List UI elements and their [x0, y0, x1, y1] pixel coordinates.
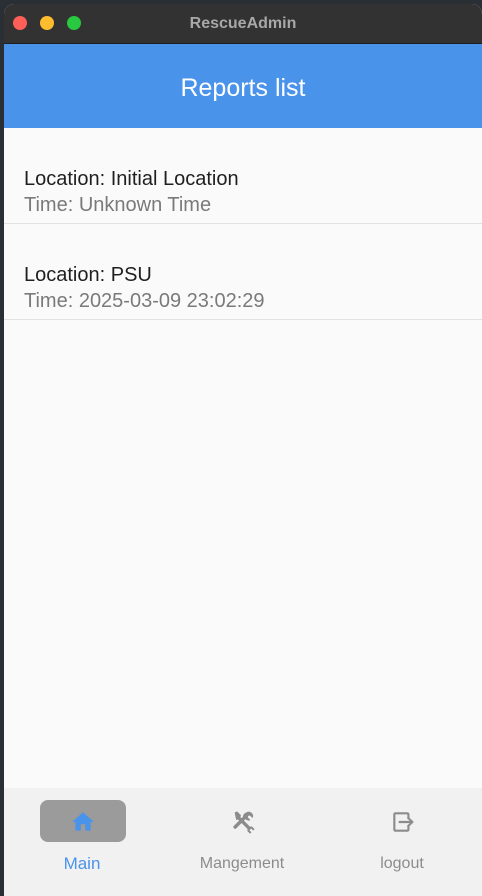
- nav-item-logout[interactable]: logout: [327, 788, 477, 896]
- report-list: Location: Initial Location Time: Unknown…: [4, 128, 482, 320]
- bottom-navigation-bar: Main Mangement logout: [4, 788, 482, 896]
- nav-item-main[interactable]: Main: [7, 788, 157, 896]
- app-bar: Reports list: [4, 44, 482, 128]
- report-list-item[interactable]: Location: PSU Time: 2025-03-09 23:02:29: [4, 224, 482, 320]
- nav-label-management: Mangement: [199, 855, 285, 872]
- report-time: Time: 2025-03-09 23:02:29: [24, 290, 265, 312]
- app-window: RescueAdmin Reports list Location: Initi…: [4, 4, 482, 896]
- report-location: Location: Initial Location: [24, 168, 239, 190]
- report-time: Time: Unknown Time: [24, 194, 212, 216]
- home-icon: [72, 812, 94, 831]
- nav-item-management[interactable]: Mangement: [167, 788, 317, 896]
- window-title: RescueAdmin: [189, 15, 297, 32]
- page-title: Reports list: [180, 74, 306, 102]
- tools-icon: [233, 811, 255, 834]
- logout-icon: [393, 812, 414, 832]
- report-location: Location: PSU: [24, 264, 152, 286]
- nav-label-main: Main: [63, 854, 101, 873]
- window-titlebar[interactable]: RescueAdmin: [4, 4, 482, 44]
- nav-label-logout: logout: [380, 855, 424, 872]
- report-list-item[interactable]: Location: Initial Location Time: Unknown…: [4, 128, 482, 224]
